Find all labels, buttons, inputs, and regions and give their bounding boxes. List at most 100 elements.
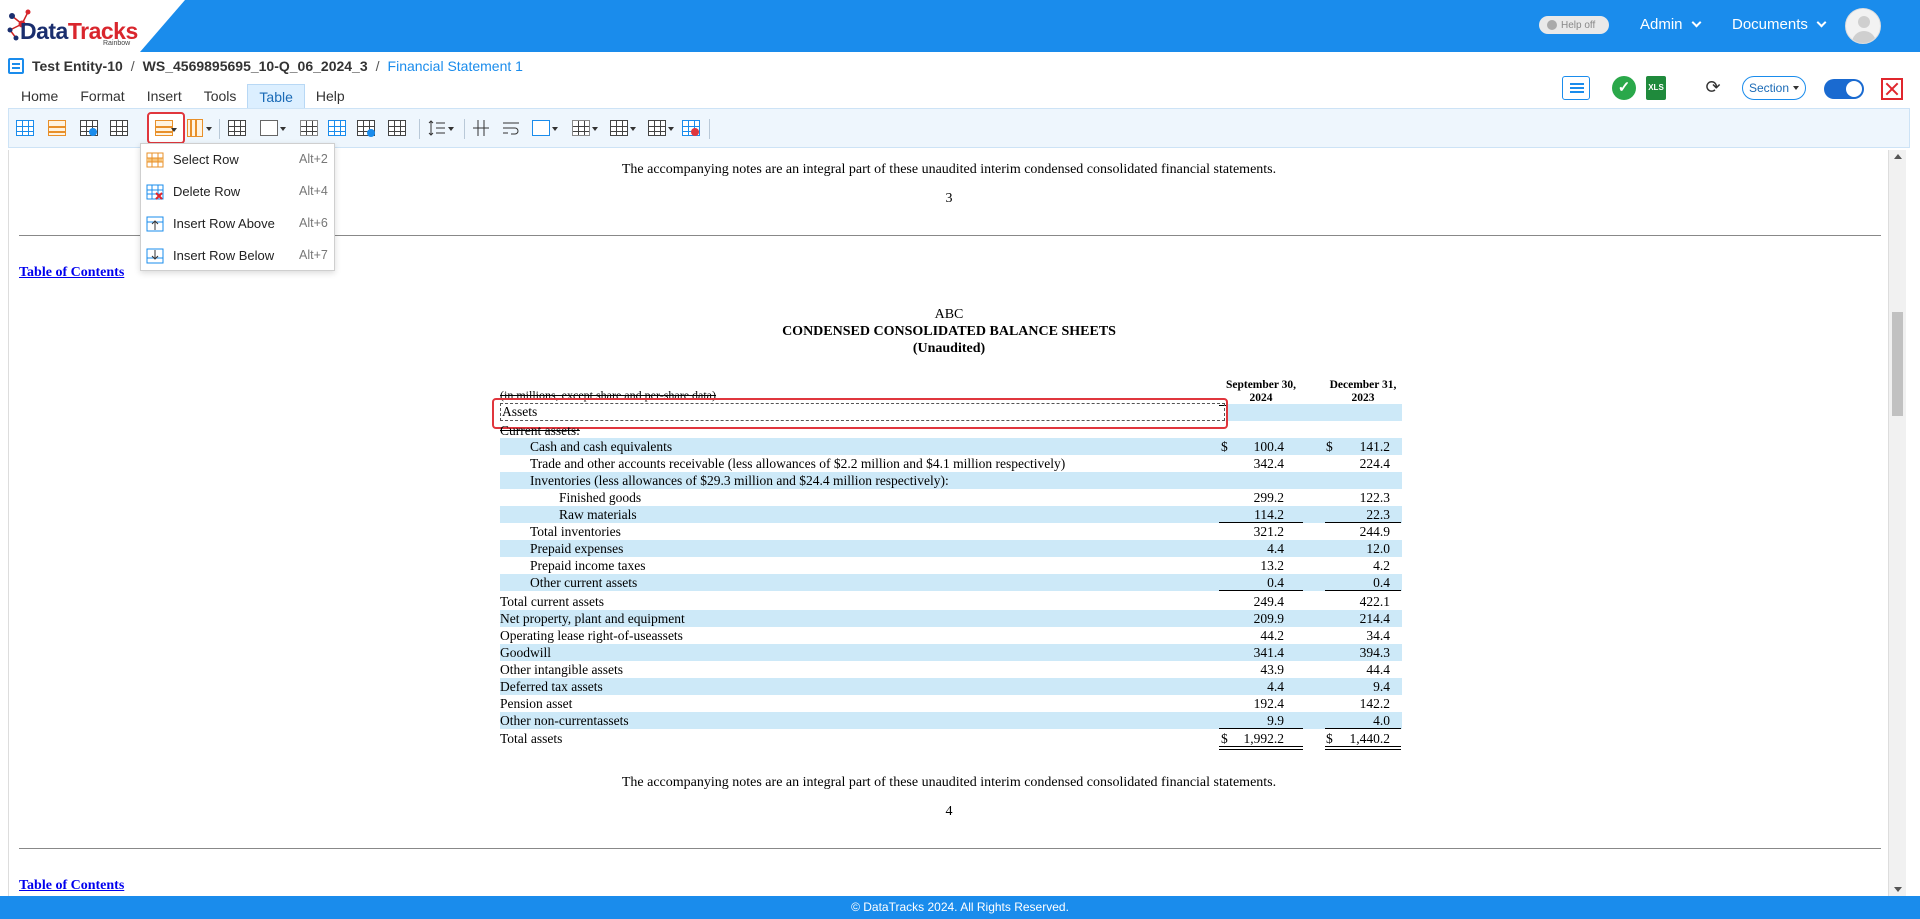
merge-cells-icon[interactable] — [299, 118, 319, 138]
value-dec-2023[interactable]: 34.4 — [1366, 627, 1390, 644]
table-row[interactable]: Other current assets 0.4 0.4 — [500, 574, 1402, 591]
current-assets-label[interactable]: Current assets: — [500, 423, 580, 439]
value-sep-2024[interactable]: 4.4 — [1267, 540, 1284, 557]
value-sep-2024[interactable]: 341.4 — [1254, 644, 1284, 661]
tab-home[interactable]: Home — [10, 84, 69, 108]
delete-cells-icon[interactable] — [356, 118, 376, 138]
value-dec-2023[interactable]: 4.2 — [1373, 557, 1390, 574]
value-dec-2023[interactable]: 142.2 — [1360, 695, 1390, 712]
table-width-icon[interactable] — [387, 118, 407, 138]
table-row[interactable]: Deferred tax assets 4.4 9.4 — [500, 678, 1402, 695]
table-of-contents-link[interactable]: Table of Contents — [19, 265, 124, 281]
value-dec-2023[interactable]: 1,440.2 — [1350, 730, 1391, 747]
value-dec-2023[interactable]: 141.2 — [1360, 438, 1390, 455]
table-row[interactable]: Total inventories 321.2 244.9 — [500, 523, 1402, 540]
menu-item-insert-row-above[interactable]: Insert Row Above Alt+6 — [141, 208, 336, 240]
value-dec-2023[interactable]: 122.3 — [1360, 489, 1390, 506]
menu-item-select-row[interactable]: Select Row Alt+2 — [141, 144, 336, 176]
table-row[interactable]: Cash and cash equivalents $ $100.4 141.2 — [500, 438, 1402, 455]
table-row[interactable]: Net property, plant and equipment 209.9 21… — [500, 610, 1402, 627]
tab-format[interactable]: Format — [69, 84, 135, 108]
add-table-icon[interactable] — [79, 118, 99, 138]
help-toggle[interactable]: Help off — [1539, 16, 1609, 34]
value-sep-2024[interactable]: 321.2 — [1254, 523, 1284, 540]
value-sep-2024[interactable]: 13.2 — [1260, 557, 1284, 574]
refresh-icon[interactable]: ⟳ — [1702, 76, 1724, 98]
table-row[interactable]: Pension asset 192.4 142.2 — [500, 695, 1402, 712]
column-header-dec-2023[interactable]: December 31, 2023 — [1325, 379, 1401, 405]
value-dec-2023[interactable]: 244.9 — [1360, 523, 1390, 540]
table-row[interactable]: Prepaid income taxes 13.2 4.2 — [500, 557, 1402, 574]
documents-menu[interactable]: Documents — [1732, 16, 1827, 33]
table-row[interactable]: Inventories (less allowances of $29.3 mi… — [500, 472, 1402, 489]
menu-item-insert-row-below[interactable]: Insert Row Below Alt+7 — [141, 240, 336, 272]
table-row[interactable]: Finished goods 299.2 122.3 — [500, 489, 1402, 506]
split-cells-icon[interactable] — [327, 118, 347, 138]
admin-menu[interactable]: Admin — [1640, 16, 1701, 33]
value-dec-2023[interactable]: 22.3 — [1366, 506, 1390, 523]
outline-list-icon[interactable] — [1562, 76, 1590, 100]
value-sep-2024[interactable]: 192.4 — [1254, 695, 1284, 712]
section-dropdown[interactable]: Section — [1742, 76, 1806, 100]
table-of-contents-link-bottom[interactable]: Table of Contents — [19, 878, 124, 894]
menu-item-delete-row[interactable]: Delete Row Alt+4 — [141, 176, 336, 208]
value-sep-2024[interactable]: 114.2 — [1254, 506, 1284, 523]
table-row[interactable]: Prepaid expenses 4.4 12.0 — [500, 540, 1402, 557]
value-sep-2024[interactable]: 299.2 — [1254, 489, 1284, 506]
table-grid-icon[interactable] — [109, 118, 129, 138]
column-header-sep-2024[interactable]: September 30, 2024 — [1219, 379, 1303, 405]
table-row[interactable]: Total assets $ $1,992.2 1,440.2 — [500, 730, 1402, 747]
value-sep-2024[interactable]: 0.4 — [1267, 574, 1284, 591]
table-row[interactable]: Goodwill 341.4 394.3 — [500, 644, 1402, 661]
breadcrumb-workspace[interactable]: WS_4569895695_10-Q_06_2024_3 — [143, 58, 368, 74]
value-sep-2024[interactable]: 4.4 — [1267, 678, 1284, 695]
fill-color-icon[interactable] — [259, 118, 286, 138]
column-menu-button[interactable] — [185, 118, 212, 138]
cell-align-icon[interactable] — [531, 118, 558, 138]
value-sep-2024[interactable]: 1,992.2 — [1244, 730, 1285, 747]
value-dec-2023[interactable]: 224.4 — [1360, 455, 1390, 472]
table-row[interactable]: Operating lease right-of-useassets 44.2 34… — [500, 627, 1402, 644]
scroll-thumb[interactable] — [1892, 312, 1903, 416]
close-icon[interactable] — [1881, 78, 1903, 100]
row-menu-button[interactable] — [147, 112, 185, 144]
view-toggle-switch[interactable] — [1824, 79, 1864, 99]
breadcrumb-entity[interactable]: Test Entity-10 — [32, 58, 123, 74]
value-dec-2023[interactable]: 9.4 — [1373, 678, 1390, 695]
column-resize-icon[interactable] — [471, 118, 491, 138]
table-row[interactable]: Other intangible assets 43.9 44.4 — [500, 661, 1402, 678]
tab-tools[interactable]: Tools — [193, 84, 248, 108]
table-properties-icon[interactable] — [47, 118, 67, 138]
cell-padding-icon[interactable] — [609, 118, 636, 138]
cell-grid-icon[interactable] — [227, 118, 247, 138]
table-row[interactable]: Trade and other accounts receivable (les… — [500, 455, 1402, 472]
export-xls-icon[interactable]: XLS — [1646, 76, 1666, 100]
text-wrap-icon[interactable] — [501, 118, 521, 138]
vertical-scrollbar[interactable] — [1888, 150, 1906, 896]
line-spacing-icon[interactable] — [427, 118, 454, 138]
validate-check-icon[interactable]: ✓ — [1612, 76, 1636, 100]
table-row[interactable]: Other non-currentassets 9.9 4.0 — [500, 712, 1402, 729]
value-sep-2024[interactable]: 342.4 — [1254, 455, 1284, 472]
value-dec-2023[interactable]: 44.4 — [1366, 661, 1390, 678]
value-sep-2024[interactable]: 249.4 — [1254, 593, 1284, 610]
border-style-icon[interactable] — [571, 118, 598, 138]
value-dec-2023[interactable]: 0.4 — [1373, 574, 1390, 591]
tab-insert[interactable]: Insert — [136, 84, 193, 108]
user-avatar[interactable] — [1845, 8, 1881, 44]
value-dec-2023[interactable]: 214.4 — [1360, 610, 1390, 627]
table-row[interactable]: Total current assets 249.4 422.1 — [500, 593, 1402, 610]
value-dec-2023[interactable]: 394.3 — [1360, 644, 1390, 661]
value-sep-2024[interactable]: 9.9 — [1267, 712, 1284, 729]
value-dec-2023[interactable]: 12.0 — [1366, 540, 1390, 557]
value-dec-2023[interactable]: 4.0 — [1373, 712, 1390, 729]
value-sep-2024[interactable]: 209.9 — [1254, 610, 1284, 627]
delete-table-icon[interactable] — [681, 118, 701, 138]
table-layout-icon[interactable] — [647, 118, 674, 138]
logo[interactable]: DataTracks Rainbow — [0, 0, 185, 52]
insert-table-icon[interactable] — [15, 118, 35, 138]
tab-help[interactable]: Help — [305, 84, 356, 108]
table-row[interactable]: Raw materials 114.2 22.3 — [500, 506, 1402, 523]
value-sep-2024[interactable]: 100.4 — [1254, 438, 1284, 455]
breadcrumb-statement[interactable]: Financial Statement 1 — [388, 58, 523, 74]
